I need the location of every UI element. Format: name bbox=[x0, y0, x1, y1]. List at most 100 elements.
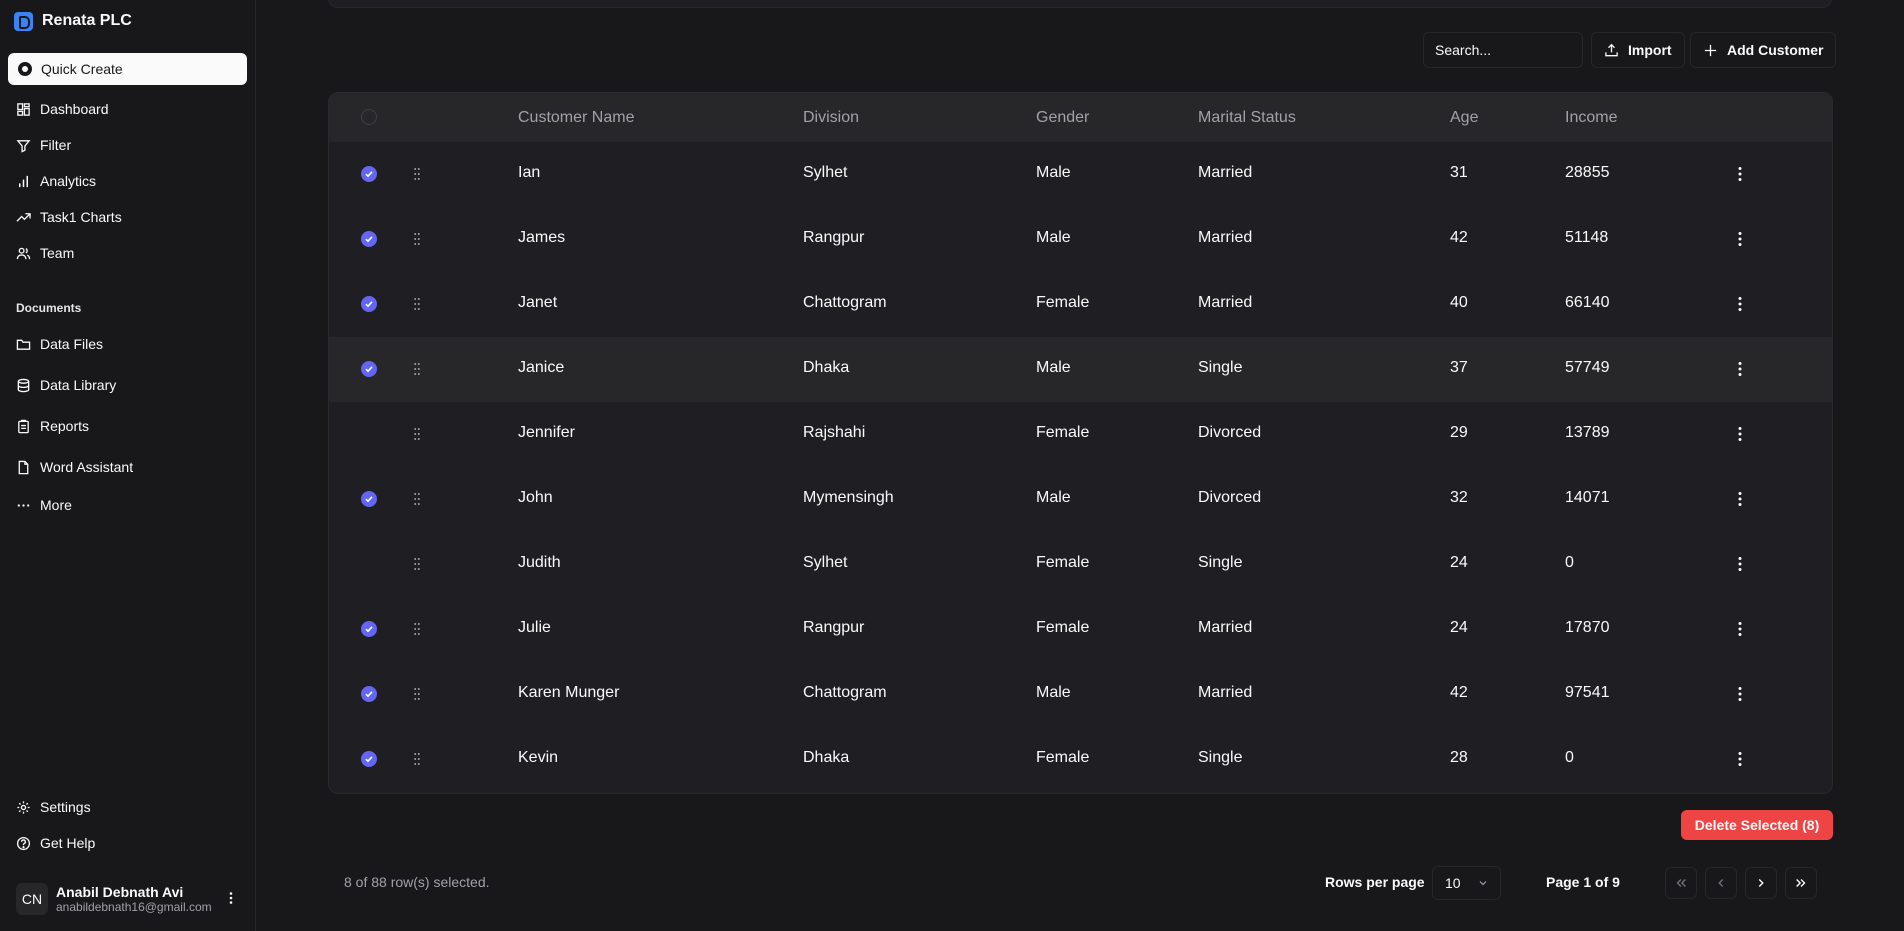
row-actions-icon[interactable] bbox=[1732, 164, 1748, 184]
row-actions-icon[interactable] bbox=[1732, 489, 1748, 509]
cell-marital: Married bbox=[1198, 619, 1253, 636]
row-checkbox[interactable] bbox=[361, 556, 377, 572]
brand[interactable]: Renata PLC bbox=[14, 10, 132, 32]
sidebar-item-task1-charts[interactable]: Task1 Charts bbox=[8, 202, 247, 232]
cell-gender: Female bbox=[1036, 554, 1090, 571]
sidebar-item-filter[interactable]: Filter bbox=[8, 130, 247, 160]
table-row[interactable]: Ian Sylhet Male Married 31 28855 bbox=[329, 142, 1832, 207]
row-checkbox[interactable] bbox=[361, 296, 377, 312]
sidebar-item-word-assistant[interactable]: Word Assistant bbox=[8, 452, 247, 482]
row-actions-icon[interactable] bbox=[1732, 619, 1748, 639]
drag-handle-icon[interactable] bbox=[414, 557, 420, 571]
table-row[interactable]: James Rangpur Male Married 42 51148 bbox=[329, 207, 1832, 272]
select-all-checkbox[interactable] bbox=[361, 109, 377, 125]
sidebar-item-data-library[interactable]: Data Library bbox=[8, 370, 247, 400]
check-icon bbox=[365, 691, 373, 698]
add-customer-button[interactable]: Add Customer bbox=[1690, 32, 1837, 68]
row-checkbox[interactable] bbox=[361, 491, 377, 507]
search-input[interactable] bbox=[1423, 32, 1583, 68]
last-page-button[interactable] bbox=[1785, 867, 1817, 899]
previous-page-button[interactable] bbox=[1705, 867, 1737, 899]
cell-age: 24 bbox=[1450, 619, 1468, 636]
clipboard-icon bbox=[18, 419, 29, 433]
row-actions-icon[interactable] bbox=[1732, 749, 1748, 769]
sidebar-item-reports[interactable]: Reports bbox=[8, 411, 247, 441]
row-checkbox[interactable] bbox=[361, 426, 377, 442]
table-row[interactable]: Judith Sylhet Female Single 24 0 bbox=[329, 532, 1832, 597]
rows-per-page-select[interactable]: 10 bbox=[1432, 866, 1501, 900]
sidebar-item-analytics[interactable]: Analytics bbox=[8, 166, 247, 196]
cell-marital: Divorced bbox=[1198, 424, 1262, 441]
row-checkbox[interactable] bbox=[361, 361, 377, 377]
dashboard-icon bbox=[17, 102, 30, 116]
plus-icon bbox=[1704, 44, 1717, 56]
cell-name: Jennifer bbox=[518, 424, 575, 441]
sidebar-item-dashboard[interactable]: Dashboard bbox=[8, 94, 247, 124]
cell-marital: Married bbox=[1198, 164, 1253, 181]
drag-handle-icon[interactable] bbox=[414, 167, 420, 181]
table-row[interactable]: Karen Munger Chattogram Male Married 42 97541 bbox=[329, 662, 1832, 727]
first-page-button[interactable] bbox=[1665, 867, 1697, 899]
cell-name: Karen Munger bbox=[518, 684, 620, 701]
column-header-gender[interactable]: Gender bbox=[1036, 109, 1089, 127]
table-row[interactable]: Jennifer Rajshahi Female Divorced 29 13789 bbox=[329, 402, 1832, 467]
vertical-dots-icon[interactable] bbox=[223, 890, 239, 906]
delete-selected-button[interactable]: Delete Selected (8) bbox=[1681, 810, 1833, 840]
import-button[interactable]: Import bbox=[1591, 32, 1685, 68]
table-header: Customer Name Division Gender Marital St… bbox=[329, 93, 1832, 142]
sidebar-item-label: More bbox=[40, 497, 72, 513]
table-row[interactable]: Janet Chattogram Female Married 40 66140 bbox=[329, 272, 1832, 337]
check-icon bbox=[365, 366, 373, 373]
column-header-marital-status[interactable]: Marital Status bbox=[1198, 109, 1296, 127]
quick-create-label: Quick Create bbox=[41, 61, 123, 77]
chevrons-right-icon bbox=[1796, 879, 1806, 887]
drag-handle-icon[interactable] bbox=[414, 492, 420, 506]
row-actions-icon[interactable] bbox=[1732, 294, 1748, 314]
add-customer-label: Add Customer bbox=[1727, 42, 1824, 58]
row-actions-icon[interactable] bbox=[1732, 554, 1748, 574]
next-page-button[interactable] bbox=[1745, 867, 1777, 899]
column-header-division[interactable]: Division bbox=[803, 109, 859, 127]
row-checkbox[interactable] bbox=[361, 686, 377, 702]
table-row[interactable]: Kevin Dhaka Female Single 28 0 bbox=[329, 727, 1832, 792]
row-checkbox[interactable] bbox=[361, 751, 377, 767]
drag-handle-icon[interactable] bbox=[414, 362, 420, 376]
sidebar-item-data-files[interactable]: Data Files bbox=[8, 329, 247, 359]
table-row[interactable]: John Mymensingh Male Divorced 32 14071 bbox=[329, 467, 1832, 532]
circle-plus-icon bbox=[18, 62, 32, 76]
column-header-customer-name[interactable]: Customer Name bbox=[518, 109, 634, 127]
cell-age: 24 bbox=[1450, 554, 1468, 571]
sidebar-item-team[interactable]: Team bbox=[8, 238, 247, 268]
drag-handle-icon[interactable] bbox=[414, 687, 420, 701]
drag-handle-icon[interactable] bbox=[414, 752, 420, 766]
sidebar-item-settings[interactable]: Settings bbox=[8, 792, 247, 822]
row-actions-icon[interactable] bbox=[1732, 684, 1748, 704]
table-row[interactable]: Janice Dhaka Male Single 37 57749 bbox=[329, 337, 1832, 402]
cell-division: Sylhet bbox=[803, 554, 848, 571]
drag-handle-icon[interactable] bbox=[414, 232, 420, 246]
row-checkbox[interactable] bbox=[361, 231, 377, 247]
sidebar-item-get-help[interactable]: Get Help bbox=[8, 828, 247, 858]
row-actions-icon[interactable] bbox=[1732, 359, 1748, 379]
cell-income: 57749 bbox=[1565, 359, 1610, 376]
quick-create-button[interactable]: Quick Create bbox=[8, 53, 247, 85]
check-icon bbox=[365, 756, 373, 763]
column-header-age[interactable]: Age bbox=[1450, 109, 1478, 127]
sidebar-item-more[interactable]: More bbox=[8, 490, 247, 520]
drag-handle-icon[interactable] bbox=[414, 427, 420, 441]
user-email: anabildebnath16@gmail.com bbox=[56, 900, 212, 914]
row-actions-icon[interactable] bbox=[1732, 424, 1748, 444]
cell-gender: Female bbox=[1036, 749, 1090, 766]
row-checkbox[interactable] bbox=[361, 166, 377, 182]
table-row[interactable]: Julie Rangpur Female Married 24 17870 bbox=[329, 597, 1832, 662]
column-header-income[interactable]: Income bbox=[1565, 109, 1617, 127]
drag-handle-icon[interactable] bbox=[414, 297, 420, 311]
row-checkbox[interactable] bbox=[361, 621, 377, 637]
cell-name: John bbox=[518, 489, 553, 506]
row-actions-icon[interactable] bbox=[1732, 229, 1748, 249]
drag-handle-icon[interactable] bbox=[414, 622, 420, 636]
user-profile[interactable]: CN Anabil Debnath Avi anabildebnath16@gm… bbox=[8, 876, 247, 922]
cell-gender: Male bbox=[1036, 164, 1071, 181]
folder-icon bbox=[16, 339, 31, 350]
documents-section-label: Documents bbox=[16, 301, 82, 315]
